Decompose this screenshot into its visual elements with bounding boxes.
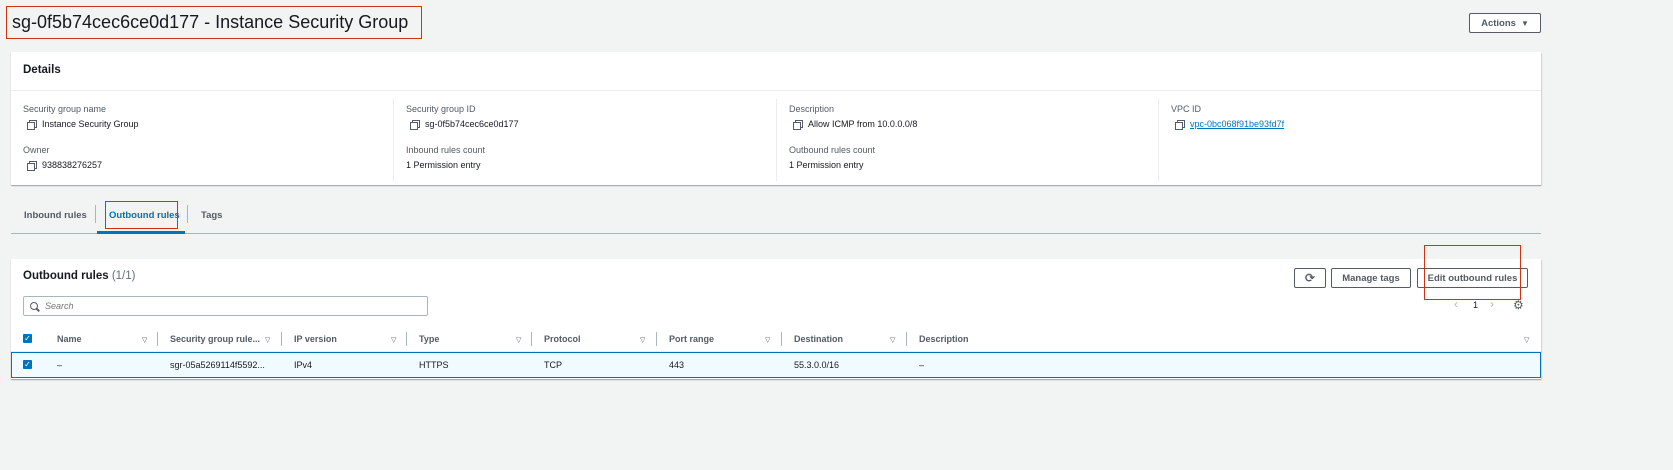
column-divider (393, 99, 394, 181)
details-panel: Details Security group name Instance Sec… (11, 52, 1541, 185)
sg-name-label: Security group name (23, 104, 107, 114)
outbound-rules-panel: Outbound rules (1/1) ⟳ Manage tags Edit … (11, 245, 1541, 379)
column-header-name[interactable]: Name (57, 334, 82, 344)
next-page-icon[interactable]: › (1490, 297, 1494, 311)
tab-outbound-rules[interactable]: Outbound rules (109, 210, 180, 221)
vpc-id-value[interactable]: vpc-0bc068f91be93fd7f (1175, 119, 1284, 130)
outbound-count: (1/1) (111, 270, 136, 282)
column-divider[interactable] (781, 332, 782, 346)
active-tab-indicator (97, 231, 185, 234)
column-divider (776, 99, 777, 181)
column-header-description[interactable]: Description (919, 334, 969, 344)
gear-icon[interactable]: ⚙ (1513, 298, 1524, 312)
owner-label: Owner (23, 145, 50, 155)
outbound-title-text: Outbound rules (23, 270, 109, 282)
sort-icon[interactable]: ▽ (142, 336, 147, 344)
highlight-box (1424, 245, 1521, 300)
search-icon (30, 301, 39, 311)
search-input[interactable] (45, 301, 405, 311)
cell-destination: 55.3.0.0/16 (794, 360, 840, 370)
sg-id-label: Security group ID (406, 104, 476, 114)
inbound-count-value: 1 Permission entry (406, 160, 481, 170)
sort-icon[interactable]: ▽ (765, 336, 770, 344)
cell-name: – (57, 360, 63, 370)
cell-port-range: 443 (669, 360, 685, 370)
column-divider[interactable] (406, 332, 407, 346)
sg-name-value: Instance Security Group (27, 119, 139, 130)
sg-name-text: Instance Security Group (42, 119, 139, 129)
column-divider[interactable] (157, 332, 158, 346)
sg-id-value: sg-0f5b74cec6ce0d177 (410, 119, 519, 130)
column-header-destination[interactable]: Destination (794, 334, 843, 344)
sort-icon[interactable]: ▽ (1524, 336, 1529, 344)
column-header-ip-version[interactable]: IP version (294, 334, 337, 344)
refresh-button[interactable]: ⟳ (1294, 268, 1326, 288)
caret-down-icon: ▼ (1520, 18, 1529, 28)
previous-page-icon[interactable]: ‹ (1454, 297, 1458, 311)
cell-ip-version: IPv4 (294, 360, 313, 370)
description-text: Allow ICMP from 10.0.0.0/8 (808, 119, 918, 129)
copy-icon[interactable] (793, 119, 803, 130)
sg-id-text: sg-0f5b74cec6ce0d177 (425, 119, 519, 129)
column-divider (1158, 99, 1159, 181)
owner-value: 938838276257 (27, 160, 103, 171)
search-field[interactable] (23, 296, 428, 316)
column-divider[interactable] (531, 332, 532, 346)
cell-type: HTTPS (419, 360, 449, 370)
select-all-checkbox[interactable]: ✓ (23, 334, 32, 343)
cell-description: – (919, 360, 925, 370)
outbound-count-label: Outbound rules count (789, 145, 876, 155)
outbound-count-value: 1 Permission entry (789, 160, 864, 170)
column-header-protocol[interactable]: Protocol (544, 334, 581, 344)
vpc-id-label: VPC ID (1171, 104, 1202, 114)
tab-divider (95, 205, 96, 223)
column-header-rule-id[interactable]: Security group rule... (170, 334, 260, 344)
owner-text: 938838276257 (42, 160, 103, 170)
description-value: Allow ICMP from 10.0.0.0/8 (793, 119, 918, 130)
tab-divider (187, 205, 188, 223)
inbound-count-label: Inbound rules count (406, 145, 486, 155)
copy-icon[interactable] (410, 119, 420, 130)
refresh-icon: ⟳ (1304, 271, 1316, 285)
tab-tags[interactable]: Tags (201, 210, 222, 221)
row-checkbox[interactable]: ✓ (23, 360, 32, 369)
tabs-baseline (11, 233, 1541, 234)
copy-icon[interactable] (1175, 119, 1185, 130)
column-header-port-range[interactable]: Port range (669, 334, 714, 344)
sort-icon[interactable]: ▽ (890, 336, 895, 344)
manage-tags-button[interactable]: Manage tags (1331, 268, 1411, 288)
column-divider[interactable] (906, 332, 907, 346)
page-title: sg-0f5b74cec6ce0d177 - Instance Security… (6, 6, 422, 39)
sort-icon[interactable]: ▽ (265, 336, 270, 344)
tab-inbound-rules[interactable]: Inbound rules (24, 210, 87, 221)
column-divider[interactable] (656, 332, 657, 346)
copy-icon[interactable] (27, 119, 37, 130)
copy-icon[interactable] (27, 160, 37, 171)
vpc-id-link[interactable]: vpc-0bc068f91be93fd7f (1190, 119, 1284, 129)
cell-protocol: TCP (544, 360, 562, 370)
description-label: Description (789, 104, 835, 114)
sort-icon[interactable]: ▽ (391, 336, 396, 344)
sort-icon[interactable]: ▽ (516, 336, 521, 344)
details-title: Details (11, 52, 1541, 91)
table-row[interactable]: ✓ – sgr-05a5269114f5592... IPv4 HTTPS TC… (11, 352, 1541, 378)
sort-icon[interactable]: ▽ (640, 336, 645, 344)
actions-label: Actions (1481, 17, 1516, 29)
column-header-type[interactable]: Type (419, 334, 439, 344)
column-divider[interactable] (281, 332, 282, 346)
cell-rule-id: sgr-05a5269114f5592... (170, 360, 265, 370)
outbound-rules-title: Outbound rules (1/1) (23, 270, 135, 282)
actions-button[interactable]: Actions ▼ (1469, 13, 1541, 33)
page-number[interactable]: 1 (1473, 300, 1478, 310)
